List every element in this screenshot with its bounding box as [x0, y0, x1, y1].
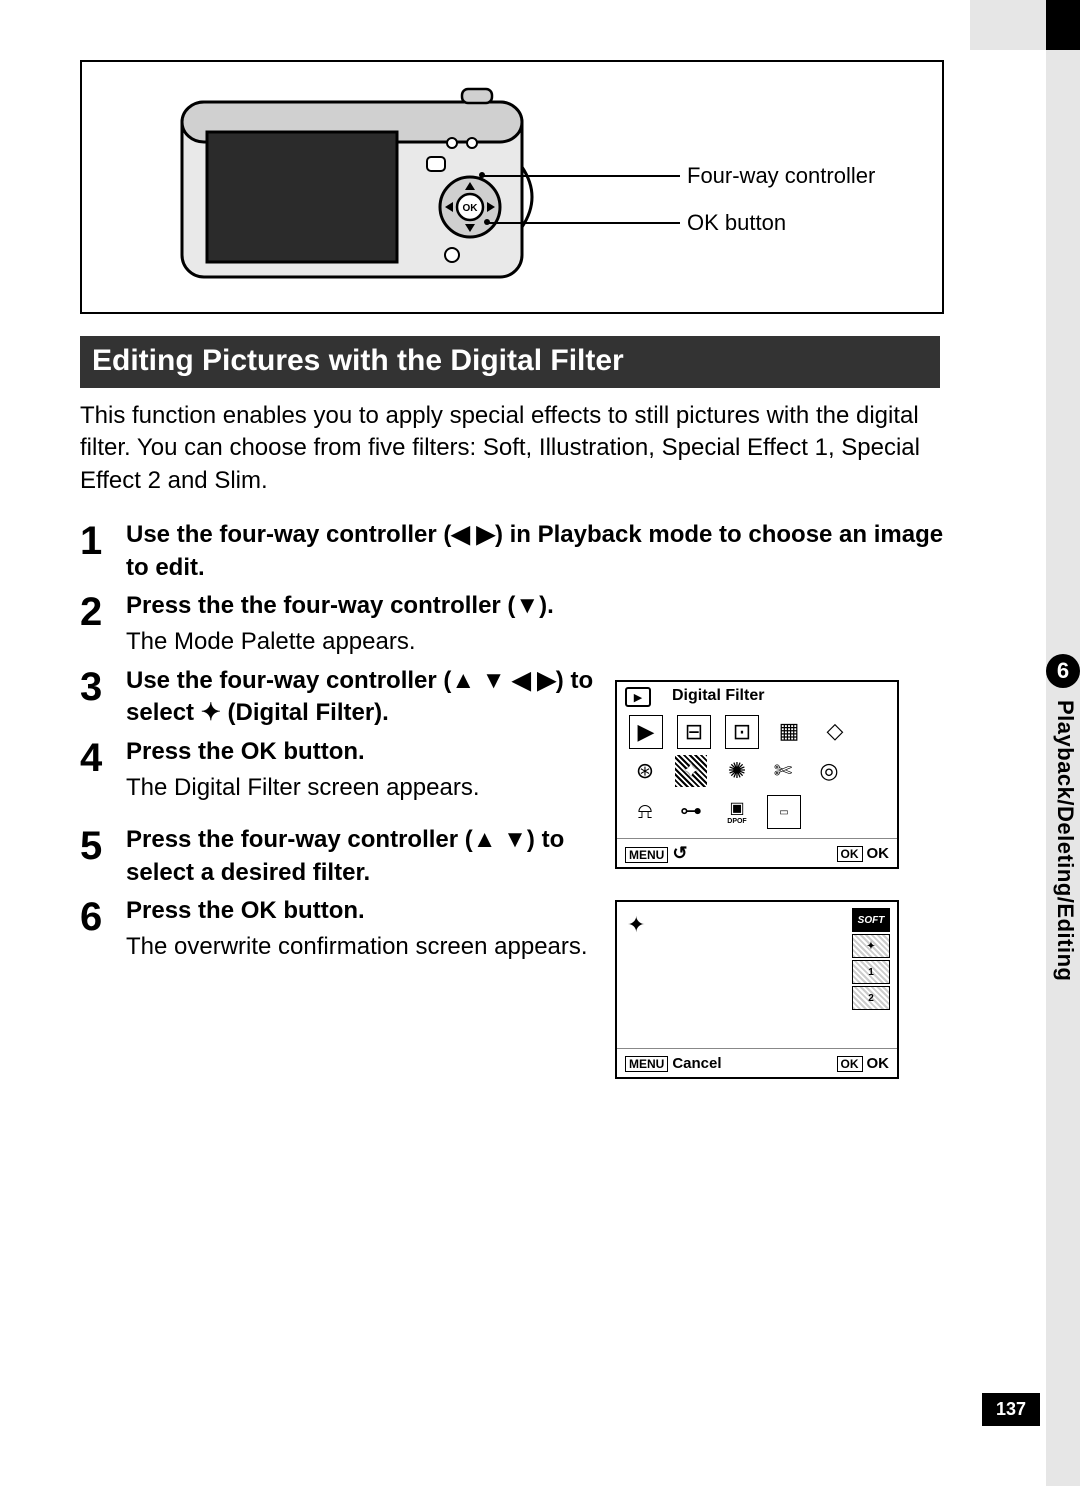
effect-option: ✦	[852, 934, 890, 958]
step-number: 1	[80, 519, 126, 584]
step-4-sub: The Digital Filter screen appears.	[126, 772, 596, 804]
palette-icon: ⊟	[677, 715, 711, 749]
palette-icon: ⊡	[725, 715, 759, 749]
palette-icon: ⊶	[675, 795, 707, 827]
ok-label: OK	[867, 845, 890, 862]
callout-four-way-label: Four-way controller	[687, 163, 875, 189]
chapter-tab: 6 Playback/Deleting/Editing	[1046, 654, 1080, 981]
header-black-tab	[1046, 0, 1080, 50]
step-2-sub: The Mode Palette appears.	[126, 626, 946, 658]
camera-diagram-box: OK Four-way controller OK button	[80, 60, 944, 314]
chapter-title: Playback/Deleting/Editing	[1052, 700, 1078, 981]
palette-icon: ✄	[767, 755, 799, 787]
screenshot1-footer: MENU↺ OKOK	[617, 838, 897, 867]
cancel-label: Cancel	[672, 1055, 721, 1072]
palette-icon: ◇	[819, 715, 851, 747]
callout-line	[482, 175, 680, 177]
dpof-label: DPOF	[727, 818, 746, 825]
step-number: 5	[80, 824, 126, 889]
star-icon: ✦	[201, 699, 221, 726]
palette-icon-dpof: ▣ DPOF	[721, 795, 753, 827]
palette-icon: ⍾	[629, 795, 661, 827]
filter-mode-icon: ✦	[627, 912, 645, 938]
palette-icon: ⊛	[629, 755, 661, 787]
intro-paragraph: This function enables you to apply speci…	[80, 400, 950, 497]
step-2: 2 Press the the four-way controller (▼).…	[80, 590, 980, 659]
step-3-text-b: (Digital Filter).	[221, 699, 389, 726]
chapter-number-badge: 6	[1046, 654, 1080, 688]
step-1: 1 Use the four-way controller (◀ ▶) in P…	[80, 519, 980, 584]
camera-illustration: OK	[152, 77, 552, 297]
step-4-text: Press the OK button.	[126, 736, 596, 768]
step-number: 4	[80, 736, 126, 805]
palette-icon: ▭	[767, 795, 801, 829]
palette-icon-selected: ✦	[675, 755, 707, 787]
back-icon: ↺	[672, 843, 687, 863]
step-5-text: Press the four-way controller (▲ ▼) to s…	[126, 826, 564, 885]
playback-icon: ▶	[625, 687, 651, 707]
screenshot1-title: Digital Filter	[672, 687, 764, 705]
dpof-glyph: ▣	[729, 798, 744, 818]
step-1-text: Use the four-way controller (◀ ▶) in Pla…	[126, 521, 943, 580]
step-2-text: Press the the four-way controller (▼).	[126, 590, 946, 622]
palette-icon: ▦	[773, 715, 805, 747]
menu-key-icon: MENU	[625, 847, 668, 863]
palette-icon: ◎	[813, 755, 845, 787]
ok-key-icon: OK	[837, 1056, 863, 1072]
effect-option: 1	[852, 960, 890, 984]
ok-key-icon: OK	[837, 846, 863, 862]
menu-key-icon: MENU	[625, 1056, 668, 1072]
svg-text:OK: OK	[463, 203, 479, 214]
page-number: 137	[982, 1393, 1040, 1426]
effects-column: SOFT ✦ 1 2	[851, 908, 891, 1010]
step-number: 3	[80, 665, 126, 730]
effect-option: 2	[852, 986, 890, 1010]
palette-icon: ▶	[629, 715, 663, 749]
ok-label: OK	[867, 1055, 890, 1072]
step-number: 6	[80, 895, 126, 964]
effect-soft: SOFT	[852, 908, 890, 932]
step-number: 2	[80, 590, 126, 659]
digital-filter-screenshot: ✦ SOFT ✦ 1 2 MENUCancel OKOK	[615, 900, 899, 1079]
callout-ok-label: OK button	[687, 210, 786, 236]
section-heading: Editing Pictures with the Digital Filter	[80, 336, 940, 388]
mode-palette-screenshot: ▶ Digital Filter ▶ ⊟ ⊡ ▦ ◇ ⊛ ✦ ✺ ✄ ◎ ⍾ ⊶…	[615, 680, 899, 869]
screenshot2-footer: MENUCancel OKOK	[617, 1048, 897, 1077]
callout-line	[487, 222, 680, 224]
palette-icon: ✺	[721, 755, 753, 787]
